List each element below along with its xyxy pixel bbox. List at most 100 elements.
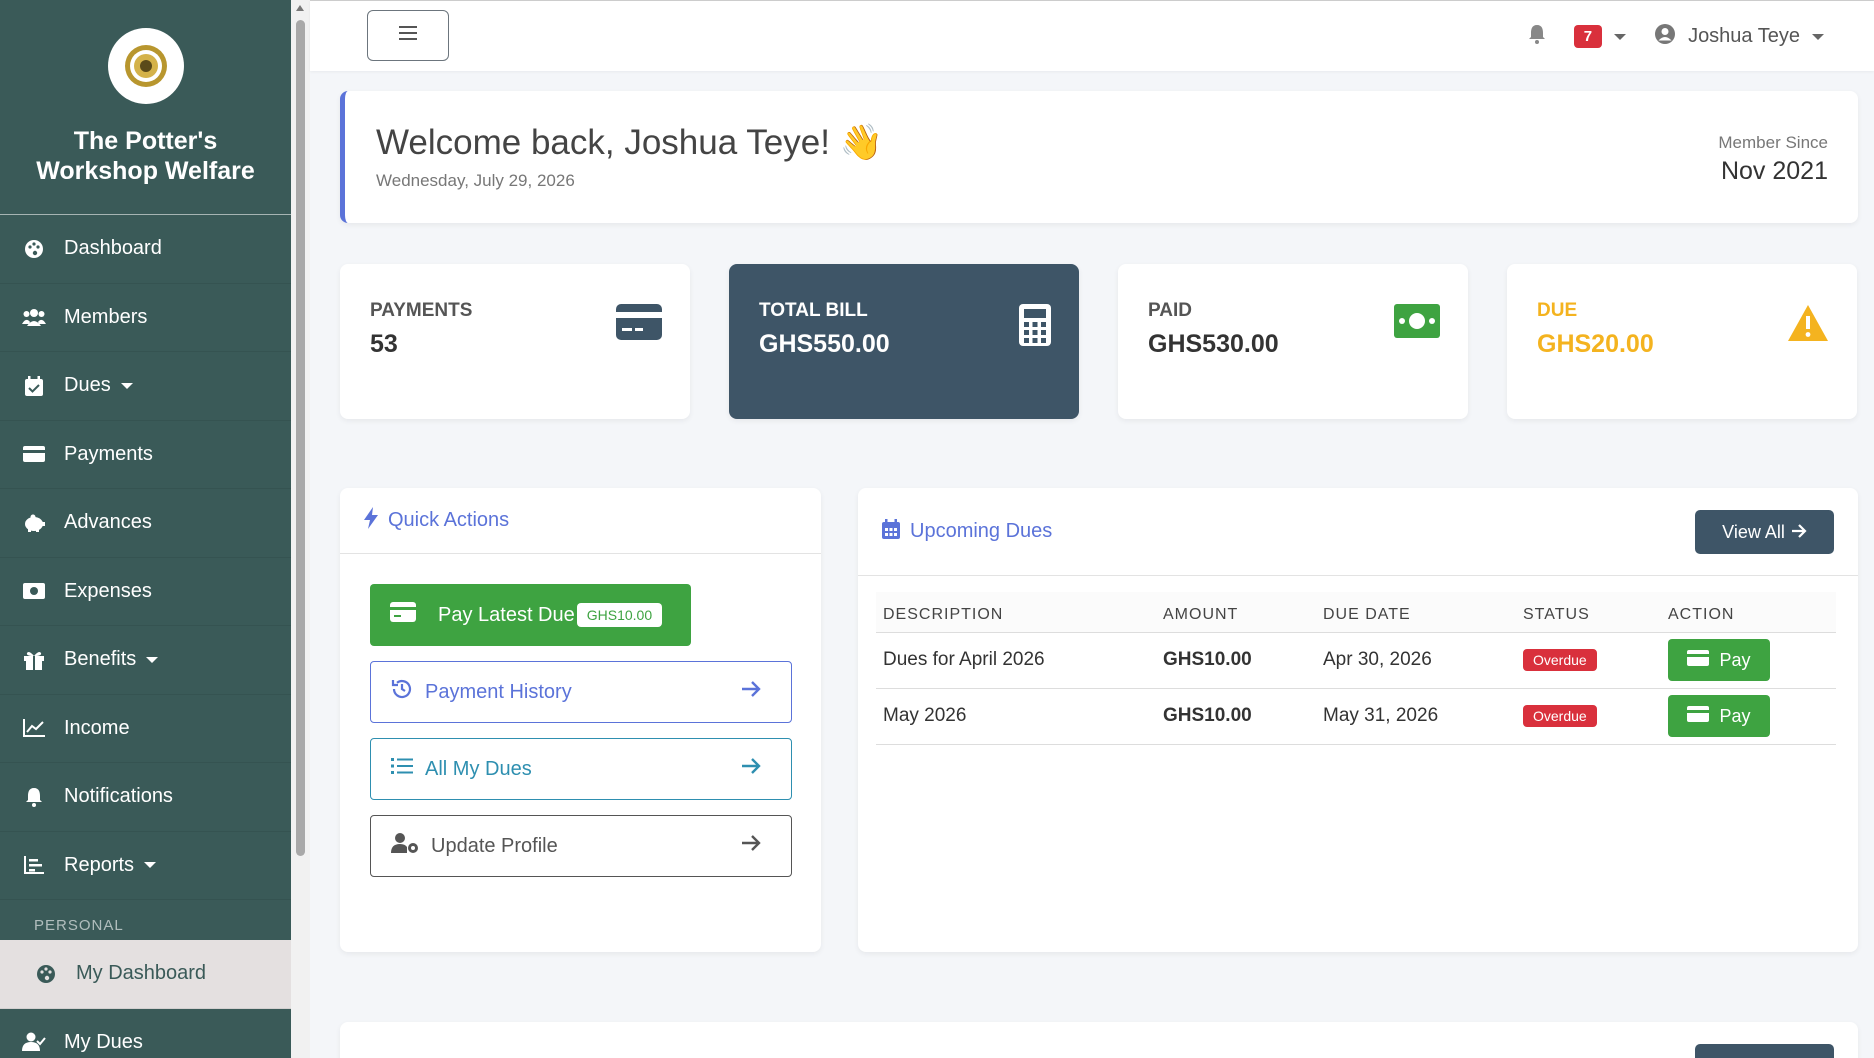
chevron-down-icon — [144, 862, 157, 869]
chevron-down-icon — [146, 656, 159, 663]
bolt-icon — [364, 506, 378, 535]
upcoming-dues-table: DESCRIPTION AMOUNT DUE DATE STATUS ACTIO… — [876, 592, 1836, 745]
sidebar-section-personal: PERSONAL — [34, 917, 124, 934]
table-row: Dues for April 2026 GHS10.00 Apr 30, 202… — [876, 632, 1836, 689]
chevron-down-icon[interactable] — [1812, 33, 1824, 40]
due-description: May 2026 — [876, 688, 1156, 745]
sidebar-item-label: My Dashboard — [76, 962, 207, 985]
pay-button-label: Pay — [1719, 705, 1751, 726]
payments-stat-card: PAYMENTS 53 — [340, 264, 690, 419]
palette-icon — [34, 962, 58, 986]
quick-actions-panel: Quick Actions Pay Latest Due GHS10.00 Pa… — [340, 488, 821, 952]
bottom-panel-button[interactable] — [1695, 1044, 1834, 1058]
due-amount: GHS10.00 — [1156, 688, 1316, 745]
sidebar-item-income[interactable]: Income — [0, 695, 291, 763]
pay-button[interactable]: Pay — [1668, 695, 1770, 737]
sidebar-item-expenses[interactable]: Expenses — [0, 558, 291, 626]
table-header-row: DESCRIPTION AMOUNT DUE DATE STATUS ACTIO… — [876, 592, 1836, 633]
sidebar-item-label: Income — [64, 716, 130, 739]
chevron-down-icon — [120, 382, 133, 389]
sidebar-item-dashboard[interactable]: Dashboard — [0, 215, 291, 284]
payments-stat-label: PAYMENTS — [370, 300, 473, 321]
brand: The Potter's Workshop Welfare — [0, 0, 291, 215]
all-my-dues-label: All My Dues — [425, 757, 532, 780]
scrollbar-thumb[interactable] — [296, 20, 305, 856]
scroll-up-arrow-icon[interactable] — [296, 5, 304, 11]
paid-stat-card: PAID GHS530.00 — [1118, 264, 1468, 419]
calendar-icon — [882, 518, 900, 545]
table-row: May 2026 GHS10.00 May 31, 2026 Overdue P… — [876, 688, 1836, 745]
users-icon — [22, 305, 46, 329]
payments-stat-value: 53 — [370, 330, 398, 358]
member-since-value: Nov 2021 — [1720, 157, 1828, 185]
pay-latest-due-button[interactable]: Pay Latest Due GHS10.00 — [370, 584, 691, 646]
user-cog-icon — [391, 832, 419, 860]
sidebar-item-label: Expenses — [64, 579, 152, 602]
user-circle-icon[interactable] — [1654, 23, 1676, 50]
list-icon — [391, 757, 413, 781]
sidebar-item-members[interactable]: Members — [0, 284, 291, 352]
column-header-action: ACTION — [1661, 592, 1836, 633]
bottom-panel — [340, 1022, 1858, 1058]
user-menu-name[interactable]: Joshua Teye — [1688, 25, 1800, 48]
pay-button[interactable]: Pay — [1668, 639, 1770, 681]
column-header-description: DESCRIPTION — [876, 592, 1156, 633]
due-date: May 31, 2026 — [1316, 688, 1516, 745]
arrow-right-icon — [741, 834, 761, 858]
brand-logo — [107, 28, 184, 104]
piggy-bank-icon — [22, 511, 46, 535]
member-since-label: Member Since — [1718, 133, 1828, 152]
credit-card-icon — [22, 442, 46, 466]
status-badge: Overdue — [1523, 649, 1597, 671]
status-badge: Overdue — [1523, 705, 1597, 727]
user-check-icon — [22, 1030, 46, 1054]
sidebar-item-label: Advances — [64, 511, 152, 534]
sidebar-item-label: Benefits — [64, 648, 137, 671]
sidebar-item-payments[interactable]: Payments — [0, 421, 291, 489]
sidebar-item-advances[interactable]: Advances — [0, 489, 291, 558]
credit-card-icon — [616, 304, 662, 345]
arrow-right-icon — [741, 757, 761, 781]
view-all-button[interactable]: View All — [1695, 510, 1834, 554]
all-my-dues-button[interactable]: All My Dues — [370, 738, 792, 800]
line-chart-icon — [22, 716, 46, 740]
current-date: Wednesday, July 29, 2026 — [376, 171, 575, 190]
sidebar-scrollbar[interactable] — [291, 0, 310, 1058]
sidebar-item-label: Payments — [64, 442, 153, 465]
sidebar-item-reports[interactable]: Reports — [0, 832, 291, 900]
update-profile-button[interactable]: Update Profile — [370, 815, 792, 877]
chevron-down-icon[interactable] — [1614, 33, 1627, 40]
due-stat-card: DUE GHS20.00 — [1507, 264, 1857, 419]
sidebar-item-label: Dues — [64, 374, 111, 397]
arrow-right-icon — [1791, 522, 1807, 543]
notification-bell-icon[interactable] — [1528, 24, 1546, 49]
sidebar-item-notifications[interactable]: Notifications — [0, 763, 291, 832]
history-icon — [391, 678, 413, 706]
sidebar-item-label: Members — [64, 305, 148, 328]
palette-icon — [22, 237, 46, 261]
sidebar-item-label: Reports — [64, 853, 135, 876]
quick-actions-title: Quick Actions — [388, 509, 510, 531]
notification-count-badge[interactable]: 7 — [1573, 25, 1603, 48]
gift-icon — [22, 648, 46, 672]
sidebar-item-my-dues[interactable]: My Dues — [0, 1009, 291, 1058]
sidebar-item-my-dashboard[interactable]: My Dashboard — [0, 940, 291, 1009]
brand-name: The Potter's Workshop Welfare — [36, 127, 255, 185]
due-date: Apr 30, 2026 — [1316, 632, 1516, 689]
column-header-status: STATUS — [1516, 592, 1661, 633]
upcoming-dues-panel: Upcoming Dues View All DESCRIPTION AMOUN… — [858, 488, 1858, 952]
welcome-title: Welcome back, Joshua Teye! 👋 — [376, 123, 884, 162]
due-stat-value: GHS20.00 — [1537, 330, 1654, 358]
update-profile-label: Update Profile — [431, 834, 558, 857]
calculator-icon — [1019, 304, 1051, 351]
total-bill-stat-value: GHS550.00 — [759, 330, 890, 358]
payment-history-button[interactable]: Payment History — [370, 661, 792, 723]
warning-triangle-icon — [1787, 304, 1829, 347]
sidebar: The Potter's Workshop Welfare Dashboard … — [0, 0, 291, 1058]
sidebar-toggle-button[interactable] — [367, 10, 449, 61]
sidebar-item-benefits[interactable]: Benefits — [0, 626, 291, 695]
sidebar-item-dues[interactable]: Dues — [0, 352, 291, 421]
credit-card-icon — [1687, 705, 1710, 727]
member-since: Member Since Nov 2021 — [1718, 133, 1828, 186]
credit-card-icon — [390, 602, 416, 628]
